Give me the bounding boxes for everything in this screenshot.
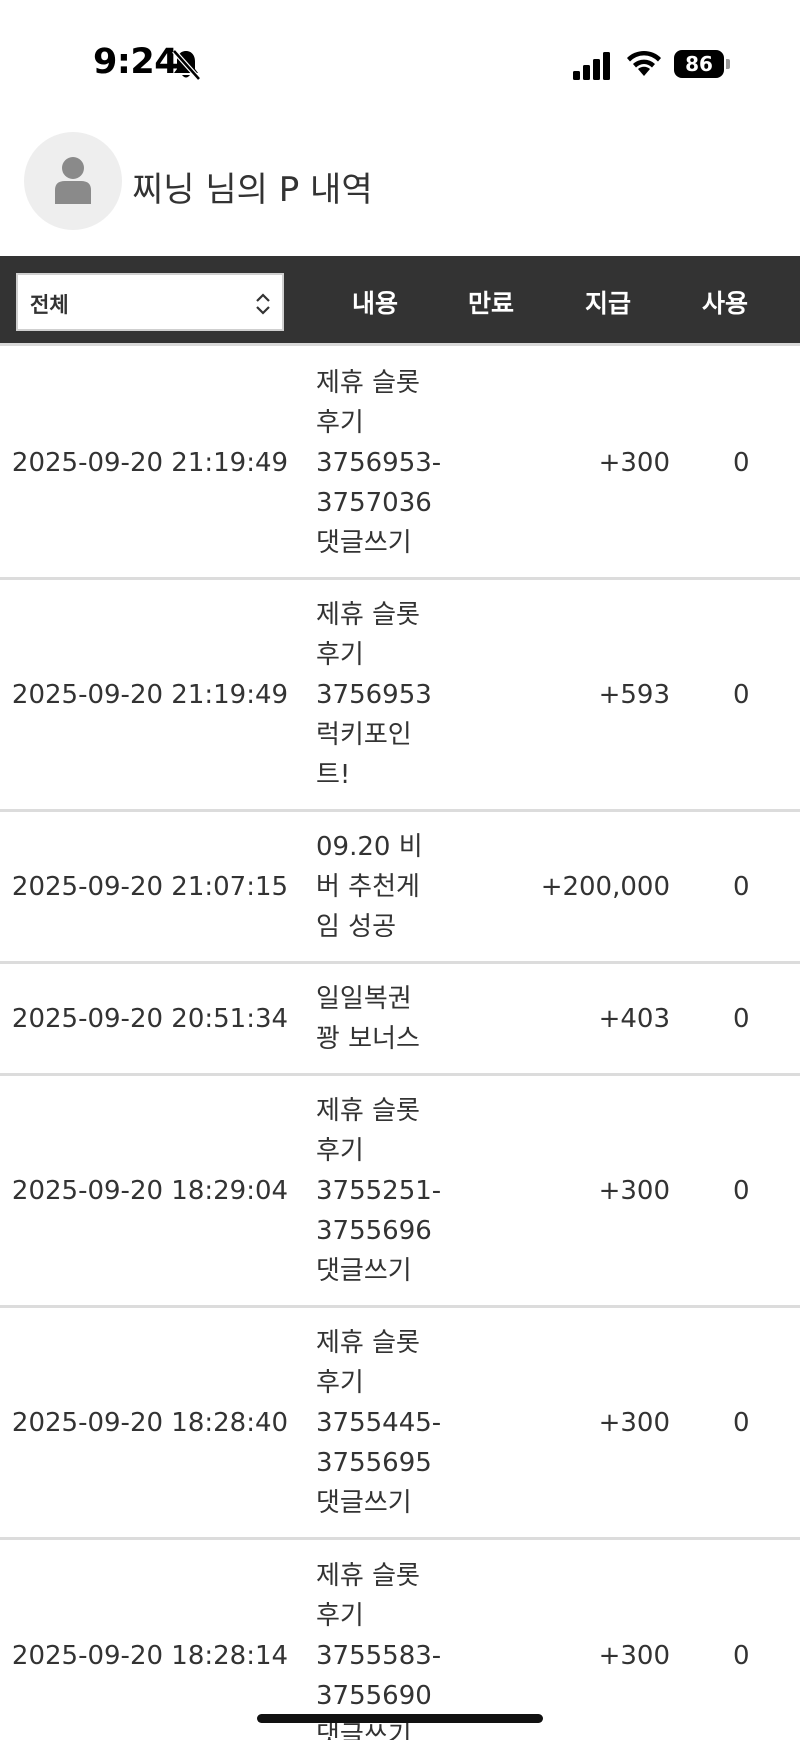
row-content-line: 3757036	[316, 487, 432, 518]
table-row: 2025-09-20 18:28:14 제휴 슬롯 후기 3755583- 37…	[0, 1540, 800, 1740]
row-date: 2025-09-20 21:19:49	[11, 447, 289, 478]
row-use: 0	[733, 1641, 750, 1671]
row-date: 2025-09-20 21:19:49	[11, 679, 289, 710]
row-use: 0	[733, 871, 750, 902]
row-content-line: 09.20 비	[316, 831, 423, 862]
row-content-line: 일일복권	[316, 983, 412, 1014]
row-content-line: 제휴 슬롯	[316, 1095, 420, 1126]
avatar	[24, 132, 122, 230]
row-content-line: 버 추천게	[316, 871, 420, 902]
row-use: 0	[733, 679, 750, 710]
row-use: 0	[733, 447, 750, 478]
column-header-give: 지급	[585, 289, 632, 318]
row-give: +200,000	[540, 871, 670, 902]
row-date: 2025-09-20 18:28:40	[11, 1407, 289, 1438]
table-header: 전체 내용 만료 지급 사용	[0, 256, 800, 346]
row-content-line: 3756953-	[316, 447, 442, 478]
updown-chevron-icon	[256, 293, 270, 315]
table-row: 2025-09-20 18:28:40 제휴 슬롯 후기 3755445- 37…	[0, 1308, 800, 1540]
row-give: +403	[598, 1003, 670, 1034]
row-content-line: 제휴 슬롯	[316, 367, 420, 398]
row-content-line: 3755690	[316, 1681, 432, 1711]
row-date: 2025-09-20 18:28:14	[11, 1641, 289, 1671]
row-content-line: 후기	[316, 1135, 364, 1166]
bell-slash-icon	[172, 49, 201, 81]
row-content: 제휴 슬롯 후기 3756953- 3757036 댓글쓰기	[316, 363, 442, 563]
row-date: 2025-09-20 21:07:15	[11, 871, 289, 902]
row-content-line: 후기	[316, 639, 364, 670]
row-content-line: 댓글쓰기	[316, 1255, 412, 1286]
row-use: 0	[733, 1175, 750, 1206]
table-row: 2025-09-20 20:51:34 일일복권 꽝 보너스 +403 0	[0, 964, 800, 1076]
status-bar: 9:24 86	[0, 0, 800, 130]
row-give: +300	[598, 1407, 670, 1438]
battery-level: 86	[674, 50, 724, 78]
status-time: 9:24	[93, 42, 179, 82]
row-content-line: 3755695	[316, 1447, 432, 1478]
row-content-line: 후기	[316, 407, 364, 438]
wifi-icon	[627, 50, 661, 76]
row-content-line: 댓글쓰기	[316, 527, 412, 558]
column-header-expire: 만료	[468, 289, 515, 318]
row-date: 2025-09-20 20:51:34	[11, 1003, 289, 1034]
page-title: 찌닝 님의 P 내역	[132, 170, 373, 210]
row-use: 0	[733, 1407, 750, 1438]
row-content: 09.20 비 버 추천게 임 성공	[316, 827, 436, 947]
profile-header: 찌닝 님의 P 내역	[0, 130, 800, 255]
row-give: +300	[598, 1641, 670, 1671]
filter-select[interactable]: 전체	[16, 273, 284, 331]
row-give: +593	[598, 679, 670, 710]
row-content-line: 3755251-	[316, 1175, 442, 1206]
row-content-line: 제휴 슬롯	[316, 1561, 420, 1591]
row-content-line: 제휴 슬롯	[316, 599, 420, 630]
user-icon	[55, 157, 91, 204]
row-content-line: 3755696	[316, 1215, 432, 1246]
row-content-line: 임 성공	[316, 911, 397, 942]
row-content: 제휴 슬롯 후기 3756953 럭키포인 트!	[316, 595, 436, 795]
battery-icon: 86	[674, 50, 730, 78]
row-content-line: 제휴 슬롯	[316, 1327, 420, 1358]
row-content: 제휴 슬롯 후기 3755583- 3755690 댓글쓰기	[316, 1556, 442, 1740]
table-row: 2025-09-20 18:29:04 제휴 슬롯 후기 3755251- 37…	[0, 1076, 800, 1308]
points-history-list: 2025-09-20 21:19:49 제휴 슬롯 후기 3756953- 37…	[0, 348, 800, 1740]
row-give: +300	[598, 1175, 670, 1206]
table-row: 2025-09-20 21:07:15 09.20 비 버 추천게 임 성공 +…	[0, 812, 800, 964]
column-header-content: 내용	[352, 289, 399, 318]
row-use: 0	[733, 1003, 750, 1034]
row-content-line: 3755445-	[316, 1407, 442, 1438]
row-content-line: 후기	[316, 1601, 364, 1631]
filter-selected-value: 전체	[30, 293, 69, 317]
row-give: +300	[598, 447, 670, 478]
row-content-line: 트!	[316, 759, 351, 790]
home-indicator[interactable]	[257, 1714, 543, 1723]
row-date: 2025-09-20 18:29:04	[11, 1175, 289, 1206]
battery-tip	[726, 59, 730, 69]
row-content: 제휴 슬롯 후기 3755445- 3755695 댓글쓰기	[316, 1323, 442, 1523]
table-row: 2025-09-20 21:19:49 제휴 슬롯 후기 3756953 럭키포…	[0, 580, 800, 812]
row-content-line: 럭키포인	[316, 719, 412, 750]
row-content-line: 3755583-	[316, 1641, 442, 1671]
table-row: 2025-09-20 21:19:49 제휴 슬롯 후기 3756953- 37…	[0, 348, 800, 580]
signal-icon	[573, 52, 610, 80]
row-content-line: 후기	[316, 1367, 364, 1398]
row-content-line: 꽝 보너스	[316, 1023, 420, 1054]
row-content-line: 댓글쓰기	[316, 1487, 412, 1518]
row-content: 제휴 슬롯 후기 3755251- 3755696 댓글쓰기	[316, 1091, 442, 1291]
row-content-line: 3756953	[316, 679, 432, 710]
column-header-use: 사용	[702, 289, 749, 318]
row-content: 일일복권 꽝 보너스	[316, 979, 436, 1059]
